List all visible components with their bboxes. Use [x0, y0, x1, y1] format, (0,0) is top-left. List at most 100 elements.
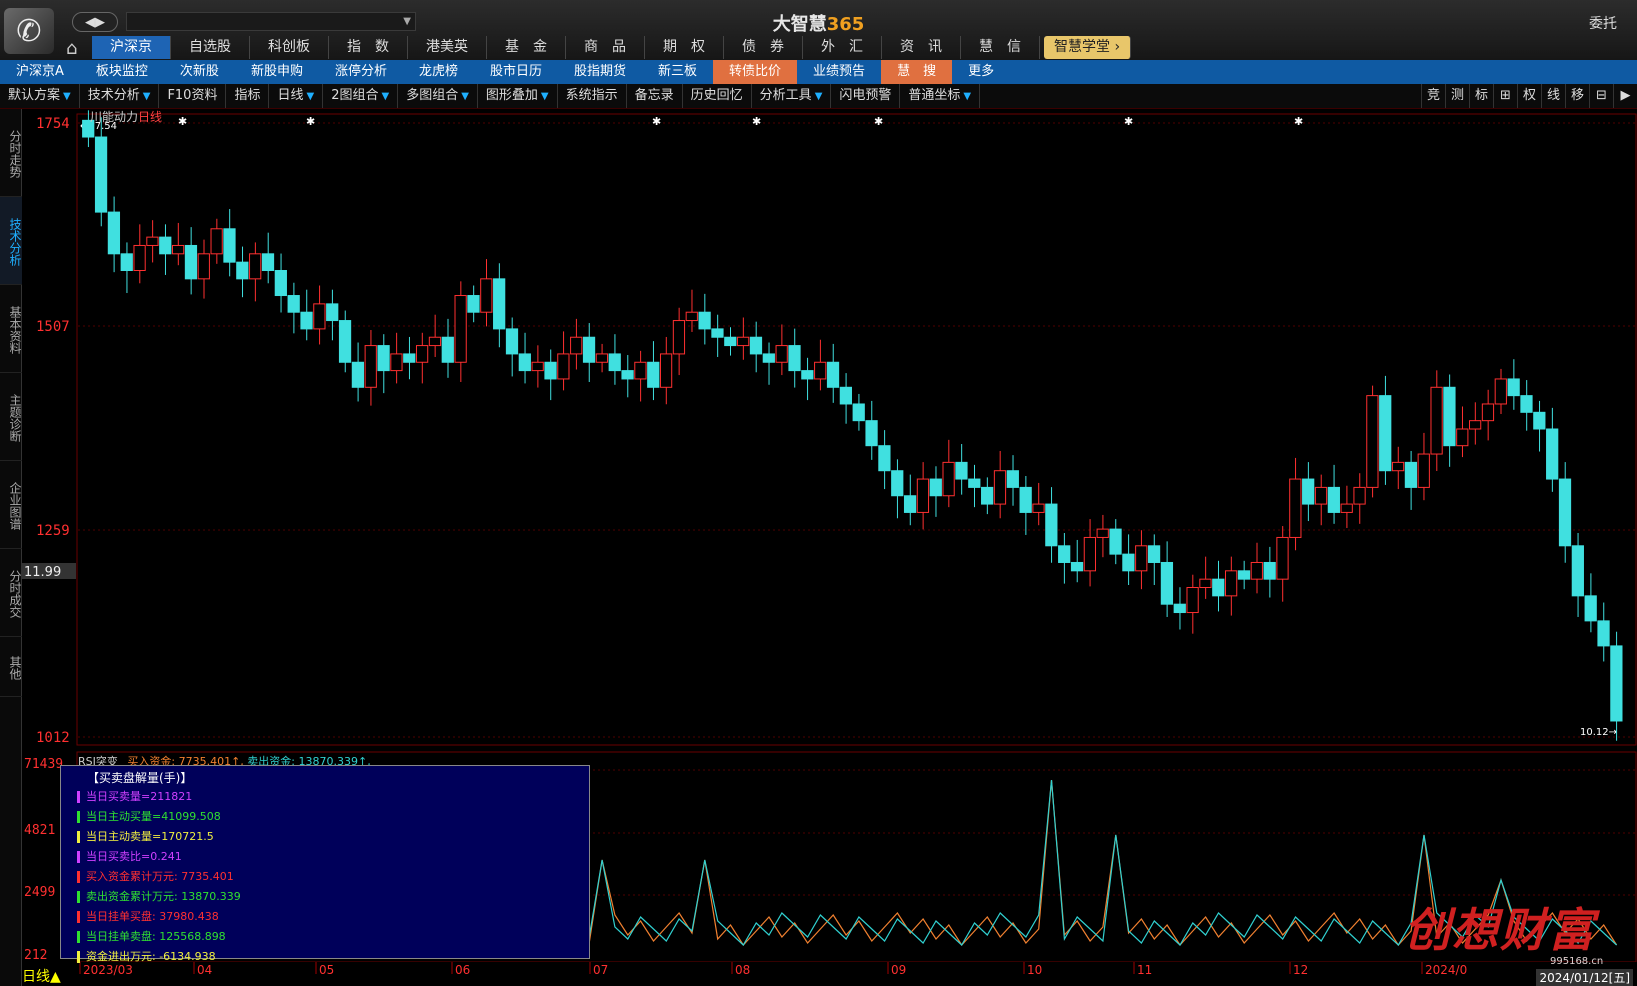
tooltip-row: 当日主动买量=41099.508 — [77, 807, 589, 827]
candle-body — [1070, 561, 1084, 572]
candle-body — [595, 353, 609, 363]
watermark-url: 995168.cn — [1550, 956, 1604, 967]
price-label: 1507 — [36, 319, 70, 335]
candle-body — [762, 353, 775, 363]
row-color-bar — [77, 851, 80, 863]
candle-body — [981, 486, 994, 505]
event-marker: ✱ — [1124, 115, 1133, 128]
period-selector[interactable]: 日线▲ — [22, 966, 61, 986]
candle-body — [1571, 545, 1584, 597]
candle-body — [1507, 378, 1520, 397]
tooltip-row: 资金进出万元: -6134.938 — [77, 947, 589, 967]
candle-body — [531, 361, 544, 372]
candle-body — [968, 478, 981, 488]
candle-body — [1135, 545, 1148, 572]
date-label: 11 — [1137, 963, 1152, 977]
candle-body — [1199, 578, 1212, 589]
tooltip-row-text: 当日挂单买盘: 37980.438 — [86, 910, 219, 923]
candle-body — [903, 495, 917, 513]
candle-body — [1006, 470, 1019, 488]
tooltip-row-text: 当日主动买量=41099.508 — [86, 810, 221, 823]
candle-body — [184, 244, 198, 280]
tooltip-title: 【买卖盘解量(手)】 — [87, 771, 193, 785]
candle-body — [454, 295, 467, 363]
candle-body — [1533, 411, 1546, 430]
candle-body — [1083, 536, 1096, 572]
candle-body — [1391, 461, 1405, 472]
candle-body — [1481, 403, 1495, 422]
date-label: 10 — [1027, 963, 1042, 977]
candle-body — [929, 478, 942, 497]
current-price: 11.99 — [24, 565, 61, 580]
tooltip-row-text: 当日买卖量=211821 — [86, 790, 193, 803]
tooltip-row-text: 买入资金累计万元: 7735.401 — [86, 870, 234, 883]
candle-body — [493, 278, 506, 330]
candle-body — [865, 420, 878, 447]
tooltip-row: 当日买卖比=0.241 — [77, 847, 589, 867]
candle-body — [942, 461, 955, 497]
candle-body — [338, 320, 352, 363]
candle-body — [993, 470, 1007, 505]
date-label: 12 — [1293, 963, 1308, 977]
candle-body — [634, 361, 647, 380]
candle-body — [878, 445, 891, 472]
kline-frame — [76, 113, 1637, 746]
order-book-tooltip: 【买卖盘解量(手)】 当日买卖量=211821 当日主动买量=41099.508 当… — [60, 765, 590, 963]
candle-body — [133, 244, 146, 271]
candle-body — [852, 403, 865, 422]
candle-body — [428, 336, 442, 347]
candle-body — [1045, 503, 1058, 547]
tooltip-row: 当日挂单卖盘: 125568.898 — [77, 927, 589, 947]
candle-body — [647, 361, 660, 388]
candle-body — [274, 269, 287, 297]
candle-body — [1263, 561, 1276, 580]
candle-body — [1584, 595, 1597, 622]
candle-body — [659, 353, 673, 388]
candle-body — [749, 336, 763, 355]
candle-body — [570, 336, 583, 355]
candle-body — [1032, 503, 1045, 513]
tooltip-row: 买入资金累计万元: 7735.401 — [77, 867, 589, 887]
candle-body — [1469, 420, 1482, 430]
row-color-bar — [77, 891, 80, 903]
candle-body — [1456, 428, 1469, 447]
candle-body — [1147, 545, 1161, 563]
stock-name: 川能动力 — [90, 110, 139, 124]
event-marker: ✱ — [306, 115, 315, 128]
price-label: 1754 — [36, 116, 70, 132]
candle-body — [120, 253, 133, 271]
rsi-axis-label: 4821 — [24, 823, 55, 838]
candle-body — [1109, 528, 1122, 555]
candle-body — [955, 461, 968, 480]
tooltip-row: 当日买卖量=211821 — [77, 787, 589, 807]
candle-body — [197, 253, 210, 280]
row-color-bar — [77, 951, 80, 963]
candle-body — [1366, 395, 1379, 488]
candle-body — [146, 236, 159, 246]
candle-body — [1520, 395, 1533, 413]
candle-body — [223, 228, 236, 263]
tooltip-row: 当日主动卖量=170721.5 — [77, 827, 589, 847]
candle-body — [364, 345, 377, 388]
rsi-axis-label: 2499 — [24, 885, 55, 900]
candle-body — [1379, 395, 1392, 472]
candle-body — [441, 336, 454, 363]
watermark: 创想财富 — [1404, 903, 1596, 957]
candle-body — [788, 345, 801, 372]
candle-body — [737, 336, 750, 347]
row-color-bar — [77, 911, 80, 923]
candle-body — [1058, 545, 1071, 563]
candle-body — [1302, 478, 1315, 505]
date-label: 08 — [735, 963, 750, 977]
candle-body — [210, 228, 223, 255]
candle-body — [826, 361, 840, 388]
candle-body — [1237, 570, 1251, 580]
candle-body — [1546, 428, 1559, 480]
candle-body — [801, 370, 814, 380]
candle-body — [1186, 587, 1199, 614]
candle-body — [287, 295, 300, 313]
candle-body — [1353, 486, 1366, 505]
candle-body — [159, 236, 172, 255]
stock-period: 日线 — [138, 110, 163, 124]
candle-body — [775, 345, 788, 363]
